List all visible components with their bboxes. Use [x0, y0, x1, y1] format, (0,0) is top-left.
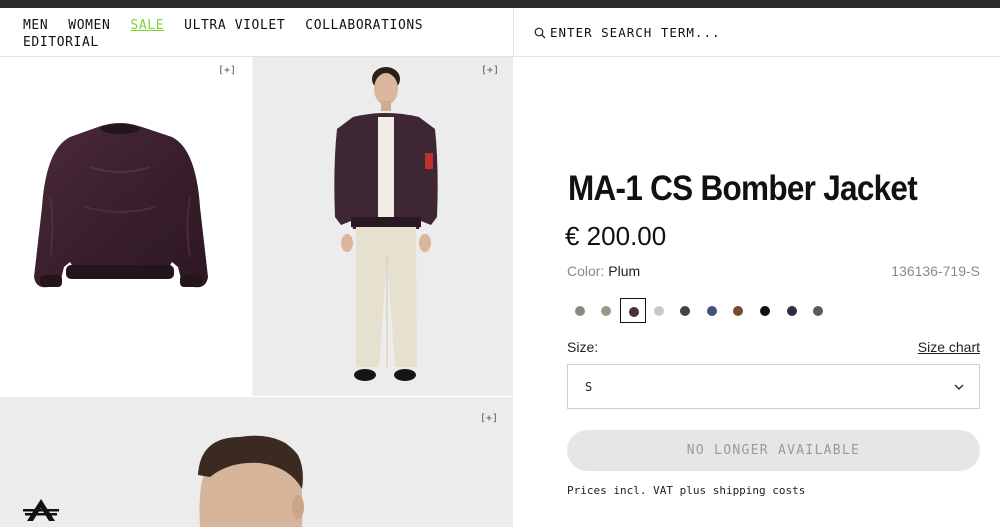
- nav-item-women[interactable]: WOMEN: [68, 19, 110, 33]
- color-swatch-dot: [680, 306, 690, 316]
- search-icon[interactable]: [534, 27, 546, 39]
- color-swatch[interactable]: [805, 298, 831, 323]
- nav-item-collaborations[interactable]: COLLABORATIONS: [305, 19, 423, 33]
- model-image: [334, 67, 438, 381]
- nav-item-sale[interactable]: SALE: [130, 19, 164, 33]
- search-input[interactable]: [550, 22, 970, 42]
- size-chart-link[interactable]: Size chart: [918, 339, 980, 355]
- color-swatch[interactable]: [567, 298, 593, 323]
- zoom-button[interactable]: [+]: [481, 65, 499, 76]
- color-swatch-dot: [575, 306, 585, 316]
- size-label: Size:: [567, 339, 599, 355]
- color-swatch-dot: [760, 306, 770, 316]
- product-image-model[interactable]: [+]: [253, 57, 513, 396]
- color-swatch[interactable]: [779, 298, 805, 323]
- search-bar: [513, 8, 1000, 57]
- color-value: Plum: [608, 263, 641, 279]
- color-swatch-dot: [601, 306, 611, 316]
- color-swatch-dot: [733, 306, 743, 316]
- size-select-value: S: [585, 380, 593, 394]
- color-swatch-dot: [813, 306, 823, 316]
- size-select[interactable]: S: [567, 364, 980, 409]
- color-swatch[interactable]: [725, 298, 751, 323]
- brand-logo[interactable]: [22, 497, 60, 523]
- color-swatch[interactable]: [699, 298, 725, 323]
- color-swatch-dot: [787, 306, 797, 316]
- product-price: € 200.00: [565, 221, 667, 251]
- model-closeup-image: [198, 435, 304, 527]
- nav-item-men[interactable]: MEN: [23, 19, 48, 33]
- add-to-cart-button[interactable]: NO LONGER AVAILABLE: [567, 430, 980, 471]
- product-image-back[interactable]: [+]: [0, 57, 252, 396]
- top-bar: [0, 0, 1000, 8]
- main-nav: MEN WOMEN SALE ULTRA VIOLET COLLABORATIO…: [0, 8, 513, 57]
- color-info: Color: Plum: [567, 263, 640, 279]
- nav-item-editorial[interactable]: EDITORIAL: [23, 35, 99, 50]
- zoom-button[interactable]: [+]: [218, 65, 236, 76]
- zoom-button[interactable]: [+]: [480, 413, 498, 424]
- color-swatch-dot: [629, 307, 639, 317]
- color-swatch[interactable]: [672, 298, 698, 323]
- vat-note: Prices incl. VAT plus shipping costs: [567, 484, 806, 497]
- product-title: MA-1 CS Bomber Jacket: [568, 169, 918, 208]
- product-sku: 136136-719-S: [891, 263, 980, 279]
- product-image-closeup[interactable]: [+]: [0, 397, 513, 527]
- jacket-back-image: [34, 123, 208, 288]
- color-swatch-dot: [707, 306, 717, 316]
- color-swatch[interactable]: [752, 298, 778, 323]
- color-label: Color:: [567, 263, 605, 279]
- color-swatch[interactable]: [593, 298, 619, 323]
- nav-item-ultra-violet[interactable]: ULTRA VIOLET: [184, 19, 285, 33]
- color-swatch[interactable]: [620, 298, 646, 323]
- color-swatch-dot: [654, 306, 664, 316]
- color-swatch[interactable]: [646, 298, 672, 323]
- chevron-down-icon: [954, 384, 964, 390]
- nav-row: MEN WOMEN SALE ULTRA VIOLET COLLABORATIO…: [23, 19, 423, 33]
